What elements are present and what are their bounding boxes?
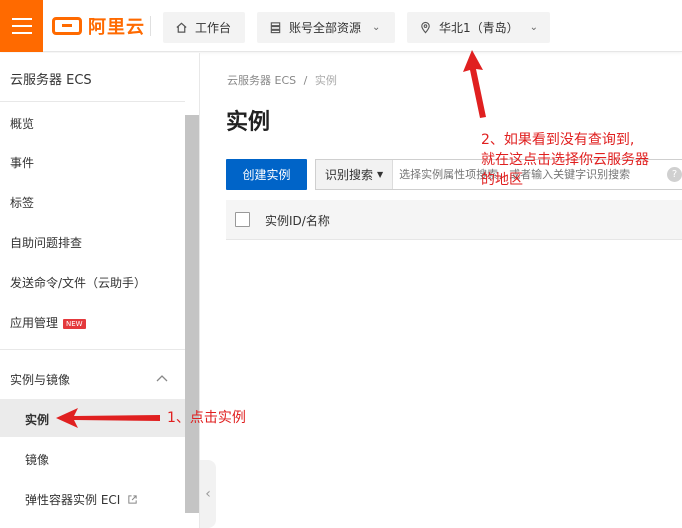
sidebar-scrollbar[interactable] <box>185 115 199 513</box>
external-link-icon <box>128 495 137 504</box>
sidebar-item-cloud-assistant[interactable]: 发送命令/文件（云助手） <box>10 274 146 291</box>
annotation-step1: 1、点击实例 <box>167 410 246 426</box>
sidebar-item-images[interactable]: 镜像 <box>25 451 49 468</box>
search-mode-select[interactable]: 识别搜索 ▼ <box>316 160 394 189</box>
resources-label: 账号全部资源 <box>289 21 362 35</box>
sidebar-group-instances-images[interactable]: 实例与镜像 <box>10 371 70 388</box>
sidebar-item-app-management[interactable]: 应用管理 NEW <box>10 314 86 331</box>
column-header-instance-id: 实例ID/名称 <box>265 214 330 228</box>
divider <box>150 16 151 36</box>
breadcrumb-root[interactable]: 云服务器 ECS <box>227 74 296 87</box>
menu-icon[interactable] <box>0 0 43 52</box>
sidebar-item-events[interactable]: 事件 <box>10 154 34 171</box>
region-label: 华北1（青岛） <box>439 21 519 35</box>
search-mode-label: 识别搜索 <box>325 168 374 182</box>
home-icon <box>176 22 187 33</box>
logo-text: 阿里云 <box>88 17 145 38</box>
breadcrumb: 云服务器 ECS / 实例 <box>227 72 337 88</box>
sidebar-item-eci[interactable]: 弹性容器实例 ECI <box>25 491 138 508</box>
chevron-left-icon: ‹ <box>205 486 211 502</box>
region-dropdown[interactable]: 华北1（青岛） ⌄ <box>407 12 550 43</box>
sidebar: 云服务器 ECS 概览 事件 标签 自助问题排查 发送命令/文件（云助手） 应用… <box>0 53 200 528</box>
aliyun-logo-mark <box>52 17 82 35</box>
sidebar-item-overview[interactable]: 概览 <box>10 115 34 132</box>
arrow-step2 <box>463 50 486 118</box>
sidebar-item-tags[interactable]: 标签 <box>10 194 34 211</box>
annotation-step2-line2: 就在这点击选择你云服务器 <box>481 152 649 168</box>
new-badge: NEW <box>63 318 86 329</box>
annotation-step2-line3: 的地区 <box>481 172 523 188</box>
location-pin-icon <box>421 21 430 34</box>
divider <box>0 349 185 350</box>
create-instance-button[interactable]: 创建实例 <box>226 159 307 190</box>
workbench-label: 工作台 <box>195 21 232 35</box>
page-title: 实例 <box>226 110 271 135</box>
server-stack-icon <box>270 22 281 34</box>
resources-dropdown[interactable]: 账号全部资源 ⌄ <box>257 12 395 43</box>
sidebar-item-label: 应用管理 <box>10 316 59 330</box>
annotation-step2-line1: 2、如果看到没有查询到, <box>481 132 635 148</box>
aliyun-logo[interactable]: 阿里云 <box>52 13 145 39</box>
table-header: 实例ID/名称 <box>226 200 682 240</box>
breadcrumb-current: 实例 <box>314 74 337 87</box>
chevron-down-icon: ⌄ <box>372 22 381 33</box>
sidebar-item-instances[interactable]: 实例 <box>25 411 49 428</box>
top-bar: 阿里云 工作台 账号全部资源 ⌄ 华北1（青岛） ⌄ <box>0 0 682 52</box>
chevron-up-icon[interactable] <box>155 373 169 383</box>
workbench-button[interactable]: 工作台 <box>163 12 245 43</box>
breadcrumb-separator: / <box>303 74 308 87</box>
help-icon[interactable]: ? <box>667 167 682 182</box>
sidebar-item-label: 弹性容器实例 ECI <box>25 493 121 507</box>
select-all-checkbox[interactable] <box>235 212 250 227</box>
chevron-down-icon: ⌄ <box>529 22 538 33</box>
sidebar-title: 云服务器 ECS <box>10 73 92 88</box>
divider <box>0 101 185 102</box>
caret-down-icon: ▼ <box>377 170 384 179</box>
sidebar-item-troubleshoot[interactable]: 自助问题排查 <box>10 234 82 251</box>
sidebar-collapse-handle[interactable]: ‹ <box>200 460 216 528</box>
